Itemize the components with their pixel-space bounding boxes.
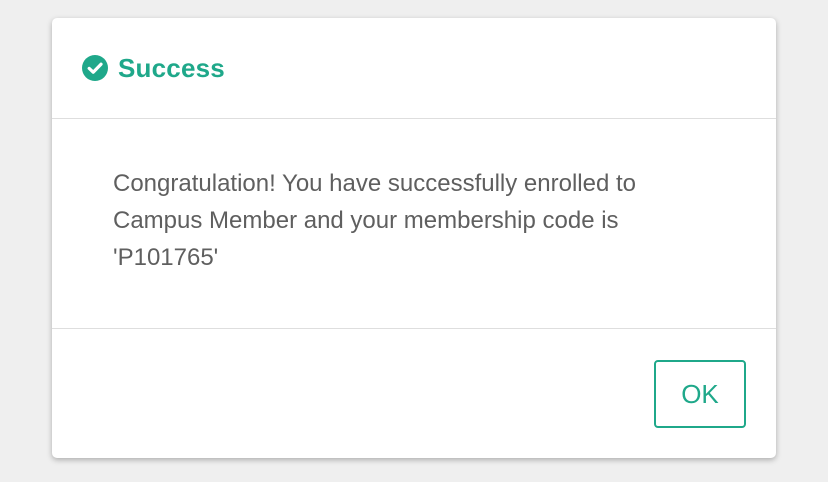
check-circle-icon	[82, 55, 108, 81]
dialog-title: Success	[118, 52, 225, 83]
success-dialog: Success Congratulation! You have success…	[52, 18, 776, 458]
dialog-header: Success	[52, 18, 776, 119]
dialog-footer: OK	[52, 329, 776, 457]
dialog-message: Congratulation! You have successfully en…	[113, 170, 637, 271]
ok-button[interactable]: OK	[654, 360, 746, 428]
dialog-body: Congratulation! You have successfully en…	[52, 119, 776, 329]
